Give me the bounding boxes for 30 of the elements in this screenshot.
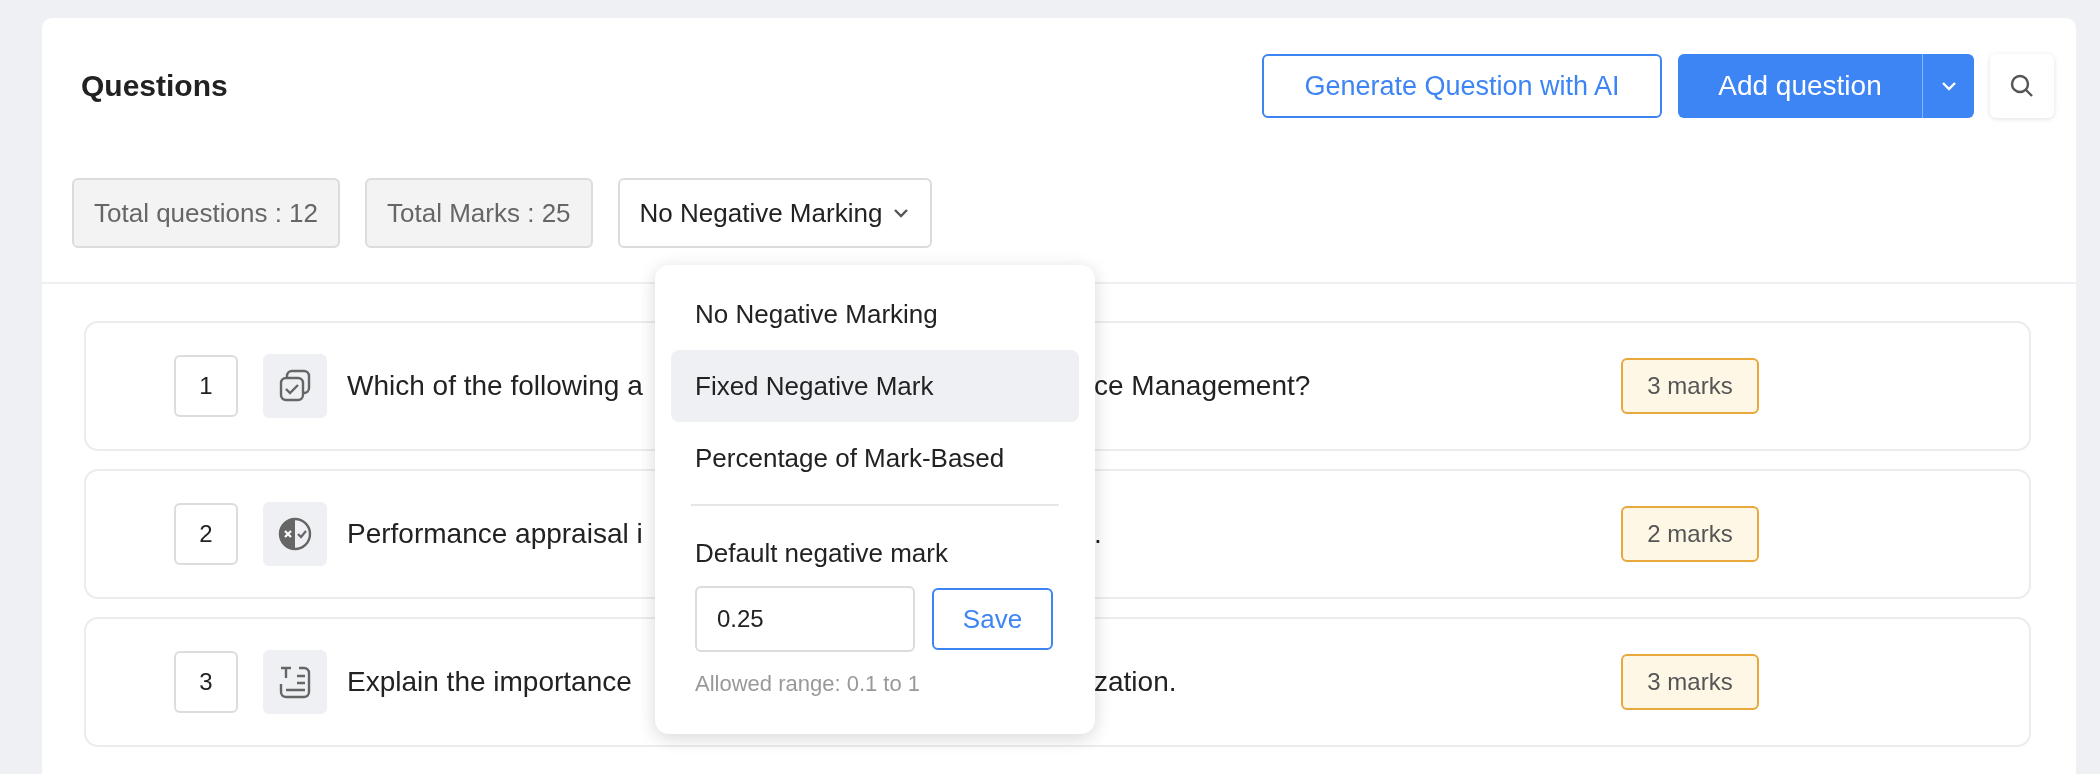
caret-icon: [1939, 80, 1958, 92]
checkbox-stack-icon: [277, 368, 313, 404]
caret-icon: [892, 207, 911, 219]
question-number: 3: [174, 651, 238, 713]
range-hint: Allowed range: 0.1 to 1: [695, 670, 922, 698]
search-icon: [2009, 73, 2035, 99]
question-text: Explain the importance: [347, 666, 632, 698]
stat-chip: Total Marks : 25: [365, 178, 593, 248]
search-button[interactable]: [1990, 54, 2054, 118]
field-label: Default negative mark: [695, 538, 949, 568]
negative-mark-input[interactable]: 0.25: [695, 586, 915, 652]
add-question-button[interactable]: Add question: [1678, 54, 1922, 118]
marks-badge: 3 marks: [1621, 358, 1759, 414]
question-text: Which of the following a: [347, 370, 643, 402]
marks-badge: 2 marks: [1621, 506, 1759, 562]
question-text: Performance appraisal i: [347, 518, 643, 550]
generate-ai-button[interactable]: Generate Question with AI: [1262, 54, 1662, 118]
negative-marking-dropdown[interactable]: No Negative Marking: [617, 178, 933, 248]
save-button[interactable]: Save: [932, 588, 1053, 650]
marks-badge: 3 marks: [1621, 654, 1759, 710]
page-title: Questions: [81, 69, 229, 103]
question-number: 2: [174, 503, 238, 565]
question-text: ce Management?: [1094, 370, 1311, 402]
half-circle-check-icon: [277, 516, 313, 552]
text-lines-icon: [277, 664, 313, 700]
question-number: 1: [174, 355, 238, 417]
stat-chip: Total questions : 12: [72, 178, 341, 248]
question-text: .: [1094, 518, 1102, 550]
question-text: zation.: [1094, 666, 1177, 698]
menu-option[interactable]: Fixed Negative Mark: [671, 350, 1079, 422]
